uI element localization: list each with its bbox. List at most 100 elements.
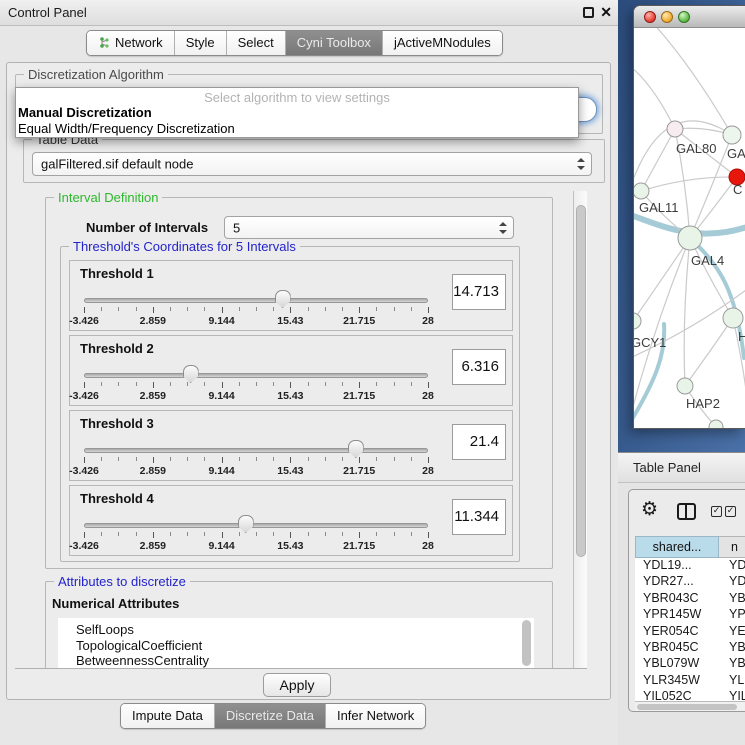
algorithm-option-equal-width[interactable]: Equal Width/Frequency Discretization (16, 121, 578, 137)
zoom-traffic-light[interactable] (678, 11, 690, 23)
tick-mark (411, 532, 412, 536)
panel-scrollbar[interactable] (573, 191, 587, 669)
checkbox-icon[interactable]: ✓ (725, 506, 736, 517)
network-desktop: GAL80GALCGAL11GAL4GCY1HHAP2 (618, 0, 745, 452)
threshold-value-field[interactable]: 6.316 (452, 349, 506, 385)
tab-select[interactable]: Select (226, 31, 285, 55)
tick-mark (101, 382, 102, 386)
number-of-intervals-value: 5 (233, 220, 240, 235)
tab-label: jActiveMNodules (394, 35, 491, 50)
tick-mark (342, 457, 343, 461)
table-row[interactable]: YBR043CYBR0 (635, 591, 745, 607)
tick-label: 21.715 (343, 465, 375, 477)
tab-infer-network[interactable]: Infer Network (325, 704, 425, 728)
tick-label: 15.43 (277, 390, 303, 402)
tick-mark (101, 532, 102, 536)
algorithm-prompt-option[interactable]: Select algorithm to view settings (16, 88, 578, 105)
tick-mark (308, 307, 309, 311)
tick-mark (290, 457, 291, 463)
panel-scrollbar-thumb[interactable] (576, 205, 586, 557)
table-horizontal-scrollbar[interactable] (635, 701, 745, 712)
threshold-label: Threshold 1 (80, 266, 154, 281)
slider-track[interactable] (84, 523, 428, 528)
column-header-name[interactable]: n (719, 536, 745, 558)
tick-label: 2.859 (140, 465, 166, 477)
control-panel-window: Control Panel ✕ NetworkStyleSelectCyni T… (0, 0, 618, 745)
tab-label: Style (186, 35, 215, 50)
attribute-list-item[interactable]: BetweennessCentrality (58, 653, 534, 669)
tab-jactivemnodules[interactable]: jActiveMNodules (382, 31, 502, 55)
float-window-icon[interactable] (583, 7, 594, 18)
table-row[interactable]: YDR27...YDR2 (635, 574, 745, 590)
checkbox-icon[interactable]: ✓ (711, 506, 722, 517)
tick-mark (325, 382, 326, 386)
threshold-label: Threshold 2 (80, 341, 154, 356)
table-row[interactable]: YIL052CYIL0 (635, 689, 745, 701)
attribute-list-item[interactable]: TopologicalCoefficient (58, 638, 534, 654)
close-icon[interactable]: ✕ (600, 4, 612, 21)
table-row[interactable]: YLR345WYLR3 (635, 673, 745, 689)
tick-mark (187, 457, 188, 461)
tab-network[interactable]: Network (87, 31, 174, 55)
slider-handle[interactable] (238, 515, 254, 533)
network-node-gal80[interactable] (667, 121, 683, 137)
table-row[interactable]: YBR045CYBR0 (635, 640, 745, 656)
table-row[interactable]: YBL079WYBL0 (635, 656, 745, 672)
slider-track[interactable] (84, 448, 428, 453)
slider-handle[interactable] (275, 290, 291, 308)
threshold-value-field[interactable]: 11.344 (452, 499, 506, 535)
network-node-h[interactable] (723, 308, 743, 328)
minimize-traffic-light[interactable] (661, 11, 673, 23)
gear-icon[interactable]: ⚙ (641, 500, 658, 519)
tab-label: Impute Data (132, 708, 203, 723)
table-row[interactable]: YER054CYER0 (635, 624, 745, 640)
split-columns-icon[interactable] (677, 503, 696, 520)
cell-name: YBR0 (729, 640, 745, 654)
threshold-value-field[interactable]: 14.713 (452, 274, 506, 310)
cell-shared-name: YDL19... (643, 558, 692, 572)
tab-label: Cyni Toolbox (297, 35, 371, 50)
right-pane: GAL80GALCGAL11GAL4GCY1HHAP2 Table Panel … (618, 0, 745, 745)
tick-label: 15.43 (277, 465, 303, 477)
slider-handle[interactable] (348, 440, 364, 458)
table-row[interactable]: YPR145WYPR1 (635, 607, 745, 623)
thresholds-groupbox: Threshold's Coordinates for 5 Intervals … (60, 246, 520, 562)
close-traffic-light[interactable] (644, 11, 656, 23)
network-node-gal[interactable] (723, 126, 741, 144)
number-of-intervals-combobox[interactable]: 5 (224, 216, 514, 239)
slider-track[interactable] (84, 373, 428, 378)
algorithm-option-manual[interactable]: Manual Discretization (16, 105, 578, 121)
tab-impute-data[interactable]: Impute Data (121, 704, 214, 728)
network-node-gal11[interactable] (634, 183, 649, 199)
tick-mark (394, 532, 395, 536)
column-header-shared-name[interactable]: shared... (635, 536, 719, 558)
tick-mark (325, 532, 326, 536)
numerical-attributes-list: SelfLoopsTopologicalCoefficientBetweenne… (58, 618, 534, 669)
table-hscroll-thumb[interactable] (637, 704, 737, 710)
slider-handle[interactable] (183, 365, 199, 383)
network-canvas[interactable]: GAL80GALCGAL11GAL4GCY1HHAP2 (634, 28, 745, 428)
threshold-value-field[interactable]: 21.4 (452, 424, 506, 460)
table-row[interactable]: YDL19...YDL1 (635, 558, 745, 574)
tick-mark (222, 307, 223, 313)
slider-track[interactable] (84, 298, 428, 303)
tick-mark (273, 532, 274, 536)
list-scrollbar[interactable] (522, 620, 531, 666)
tick-mark (84, 457, 85, 463)
table-data-combobox[interactable]: galFiltered.sif default node (32, 152, 592, 176)
tab-cyni-toolbox[interactable]: Cyni Toolbox (285, 31, 382, 55)
attribute-list-item[interactable]: SelfLoops (58, 622, 534, 638)
network-node-gal4[interactable] (678, 226, 702, 250)
tab-discretize-data[interactable]: Discretize Data (214, 704, 325, 728)
tick-mark (222, 532, 223, 538)
table-panel-titlebar: Table Panel (618, 452, 745, 483)
bottom-tab-bar: Impute Data Discretize DataInfer Network (120, 703, 426, 729)
network-node-hap2[interactable] (677, 378, 693, 394)
network-node-gcy1[interactable] (634, 313, 641, 329)
tick-mark (84, 307, 85, 313)
tab-style[interactable]: Style (174, 31, 226, 55)
node-label: GAL4 (691, 253, 724, 268)
tick-label: 15.43 (277, 315, 303, 327)
tick-mark (118, 532, 119, 536)
apply-button[interactable]: Apply (263, 673, 331, 697)
